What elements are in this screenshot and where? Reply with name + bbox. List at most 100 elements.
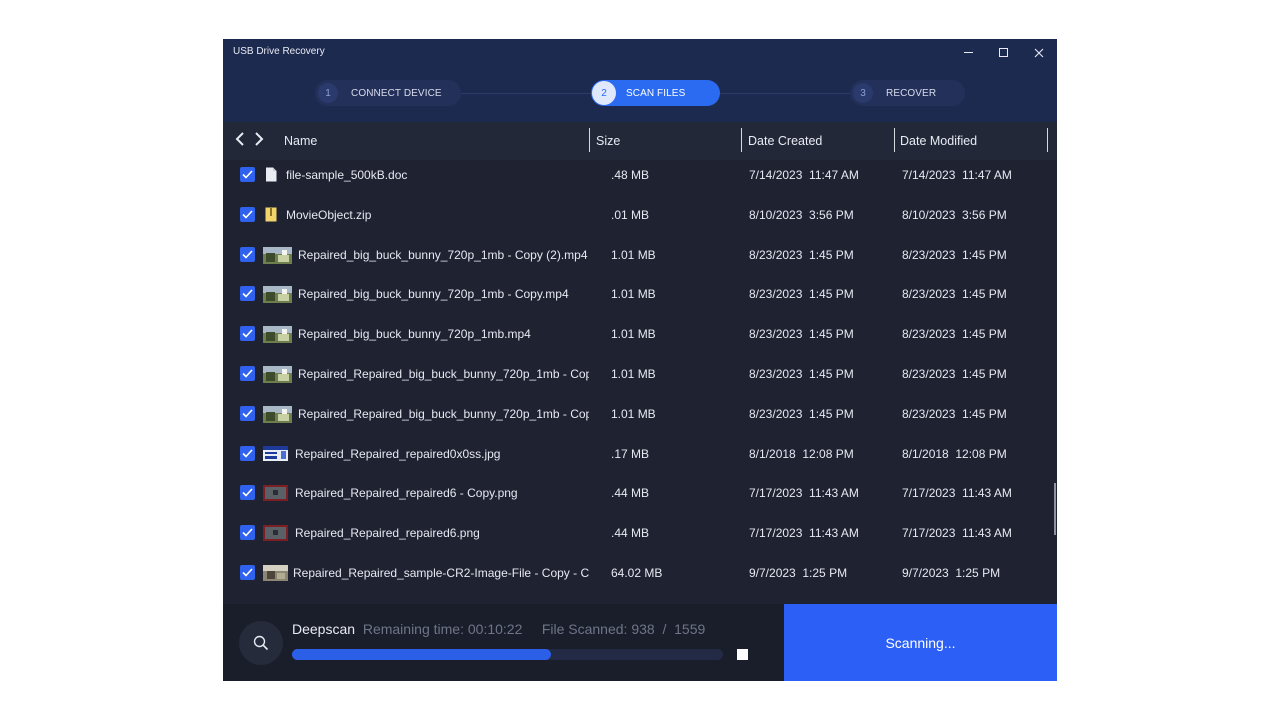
row-checkbox[interactable] xyxy=(240,445,255,461)
file-name: Repaired_big_buck_bunny_720p_1mb - Copy … xyxy=(298,247,588,262)
row-checkbox[interactable] xyxy=(240,286,255,302)
file-date-created: 8/23/2023 1:45 PM xyxy=(749,287,854,302)
video-thumbnail-icon xyxy=(263,326,292,348)
table-row[interactable]: Repaired_big_buck_bunny_720p_1mb.mp4 1.01… xyxy=(223,319,1057,359)
file-date-modified: 7/14/2023 11:47 AM xyxy=(902,168,1012,182)
row-checkbox[interactable] xyxy=(240,405,255,421)
file-name: Repaired_Repaired_repaired6.png xyxy=(295,526,480,541)
file-size: 1.01 MB xyxy=(611,327,656,342)
row-checkbox[interactable] xyxy=(240,206,255,222)
maximize-button[interactable] xyxy=(986,39,1021,66)
checkmark-icon xyxy=(242,409,253,418)
file-date-modified: 7/17/2023 11:43 AM xyxy=(902,526,1012,541)
video-thumbnail-icon xyxy=(263,405,292,428)
video-thumbnail-icon xyxy=(263,366,292,388)
file-name: Repaired_Repaired_repaired6 - Copy.png xyxy=(295,486,518,501)
column-divider[interactable] xyxy=(589,128,590,152)
table-row[interactable]: Repaired_big_buck_bunny_720p_1mb - Copy … xyxy=(223,240,1057,280)
row-checkbox[interactable] xyxy=(240,246,255,262)
checkmark-icon xyxy=(242,329,253,338)
step-connect-device[interactable]: 1 CONNECT DEVICE xyxy=(315,80,461,106)
file-date-modified: 8/23/2023 1:45 PM xyxy=(902,247,1007,262)
table-row[interactable]: file-sample_500kB.doc .48 MB 7/14/2023 11:… xyxy=(223,160,1057,200)
scanning-button[interactable]: Scanning... xyxy=(784,604,1057,681)
image-thumbnail-icon xyxy=(263,445,288,466)
forward-button[interactable] xyxy=(254,132,264,149)
title-bar: USB Drive Recovery 1 CONNECT DEVICE 2 SC… xyxy=(223,39,1057,122)
file-size: .48 MB xyxy=(611,168,650,182)
scanned-count: 938 xyxy=(631,621,655,637)
file-date-created: 9/7/2023 1:25 PM xyxy=(749,566,848,580)
row-checkbox[interactable] xyxy=(240,326,255,342)
checkmark-icon xyxy=(242,528,253,537)
column-date-modified[interactable]: Date Modified xyxy=(900,134,977,148)
table-row[interactable]: Repaired_big_buck_bunny_720p_1mb - Copy.… xyxy=(223,279,1057,319)
minimize-icon xyxy=(964,52,973,53)
scan-progress-bar xyxy=(292,649,723,660)
scrollbar-thumb[interactable] xyxy=(1054,483,1056,535)
column-name[interactable]: Name xyxy=(284,134,317,148)
file-date-created: 8/10/2023 3:56 PM xyxy=(749,207,854,222)
stop-scan-button[interactable] xyxy=(737,649,748,660)
column-divider[interactable] xyxy=(741,128,742,152)
table-row[interactable]: Repaired_Repaired_repaired6 - Copy.png .4… xyxy=(223,478,1057,518)
row-checkbox[interactable] xyxy=(240,366,255,381)
file-date-modified: 8/10/2023 3:56 PM xyxy=(902,207,1007,222)
checkmark-icon xyxy=(242,488,253,498)
chevron-left-icon xyxy=(235,132,244,146)
file-size: 1.01 MB xyxy=(611,367,656,381)
step-label: SCAN FILES xyxy=(626,87,686,99)
checkmark-icon xyxy=(242,170,253,179)
file-name: Repaired_Repaired_repaired0x0ss.jpg xyxy=(295,446,501,461)
row-checkbox[interactable] xyxy=(240,167,255,182)
file-size: 64.02 MB xyxy=(611,566,663,580)
file-date-created: 8/23/2023 1:45 PM xyxy=(749,247,854,262)
file-size: .17 MB xyxy=(611,446,650,461)
row-checkbox[interactable] xyxy=(240,485,255,501)
file-name: Repaired_big_buck_bunny_720p_1mb.mp4 xyxy=(298,327,531,342)
table-row[interactable]: Repaired_Repaired_repaired0x0ss.jpg .17 M… xyxy=(223,439,1057,479)
checkmark-icon xyxy=(242,369,253,378)
file-size: 1.01 MB xyxy=(611,247,656,262)
table-row[interactable]: Repaired_Repaired_repaired6.png .44 MB 7/1… xyxy=(223,518,1057,558)
checkmark-icon xyxy=(242,568,253,577)
file-date-modified: 8/23/2023 1:45 PM xyxy=(902,367,1007,381)
column-divider[interactable] xyxy=(1047,128,1048,152)
file-name: MovieObject.zip xyxy=(286,207,372,222)
zip-file-icon xyxy=(265,207,277,227)
table-row[interactable]: MovieObject.zip .01 MB 8/10/2023 3:56 PM 8/… xyxy=(223,200,1057,240)
step-recover[interactable]: 3 RECOVER xyxy=(850,80,965,106)
minimize-button[interactable] xyxy=(951,39,986,66)
file-date-modified: 8/23/2023 1:45 PM xyxy=(902,406,1007,421)
file-size: .44 MB xyxy=(611,526,650,541)
file-size: .44 MB xyxy=(611,486,650,501)
back-button[interactable] xyxy=(235,132,245,149)
table-row[interactable]: Repaired_Repaired_big_buck_bunny_720p_1m… xyxy=(223,399,1057,439)
scan-status-text: Deepscan Remaining time: 00:10:22 File S… xyxy=(292,621,705,637)
checkmark-icon xyxy=(242,210,253,219)
image-thumbnail-icon xyxy=(263,565,288,586)
file-date-modified: 9/7/2023 1:25 PM xyxy=(902,566,1001,580)
column-date-created[interactable]: Date Created xyxy=(748,134,822,148)
checkmark-icon xyxy=(242,289,253,299)
step-scan-files[interactable]: 2 SCAN FILES xyxy=(591,80,720,106)
close-button[interactable] xyxy=(1021,39,1056,66)
column-size[interactable]: Size xyxy=(596,134,620,148)
file-name: Repaired_big_buck_bunny_720p_1mb - Copy.… xyxy=(298,287,569,302)
scan-mode: Deepscan xyxy=(292,621,356,637)
maximize-icon xyxy=(999,48,1008,57)
search-icon xyxy=(253,635,269,651)
close-icon xyxy=(1034,48,1043,57)
step-number: 1 xyxy=(318,83,338,103)
app-window: USB Drive Recovery 1 CONNECT DEVICE 2 SC… xyxy=(223,39,1057,681)
table-row[interactable]: Repaired_Repaired_sample-CR2-Image-File … xyxy=(223,558,1057,598)
column-divider[interactable] xyxy=(894,128,895,152)
step-label: RECOVER xyxy=(886,87,937,99)
row-checkbox[interactable] xyxy=(240,565,255,580)
search-button[interactable] xyxy=(239,621,283,665)
image-thumbnail-icon xyxy=(263,525,288,546)
file-date-created: 8/23/2023 1:45 PM xyxy=(749,406,854,421)
table-row[interactable]: Repaired_Repaired_big_buck_bunny_720p_1m… xyxy=(223,359,1057,399)
row-checkbox[interactable] xyxy=(240,525,255,541)
file-size: 1.01 MB xyxy=(611,287,656,302)
